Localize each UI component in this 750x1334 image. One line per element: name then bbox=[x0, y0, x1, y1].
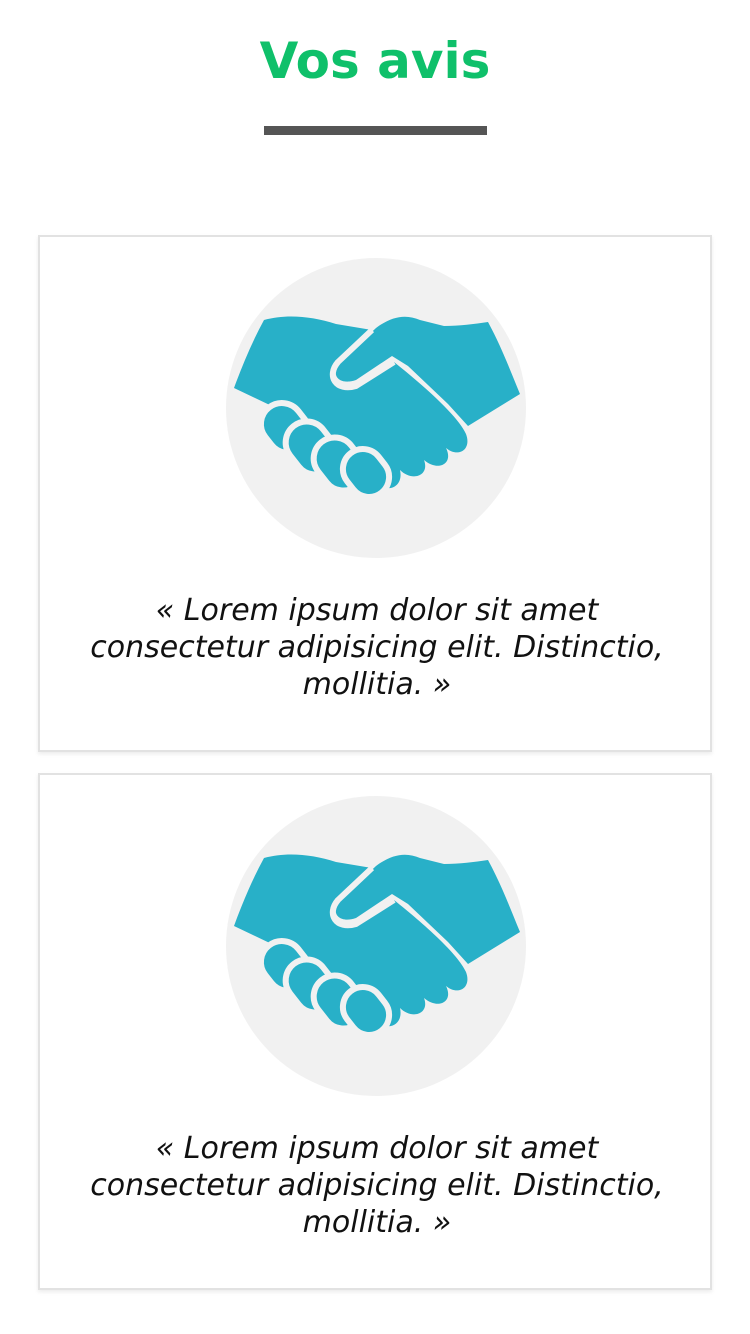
review-quote: « Lorem ipsum dolor sit amet consectetur… bbox=[90, 593, 664, 702]
review-list: « Lorem ipsum dolor sit amet consectetur… bbox=[38, 235, 712, 1311]
review-card: « Lorem ipsum dolor sit amet consectetur… bbox=[38, 235, 712, 752]
handshake-icon bbox=[234, 316, 520, 500]
section-title: Vos avis bbox=[259, 32, 491, 90]
review-quote: « Lorem ipsum dolor sit amet consectetur… bbox=[90, 1131, 664, 1240]
review-card: « Lorem ipsum dolor sit amet consectetur… bbox=[38, 773, 712, 1290]
handshake-icon bbox=[234, 854, 520, 1038]
review-avatar bbox=[226, 796, 526, 1096]
title-underline bbox=[264, 126, 487, 135]
review-avatar bbox=[226, 258, 526, 558]
